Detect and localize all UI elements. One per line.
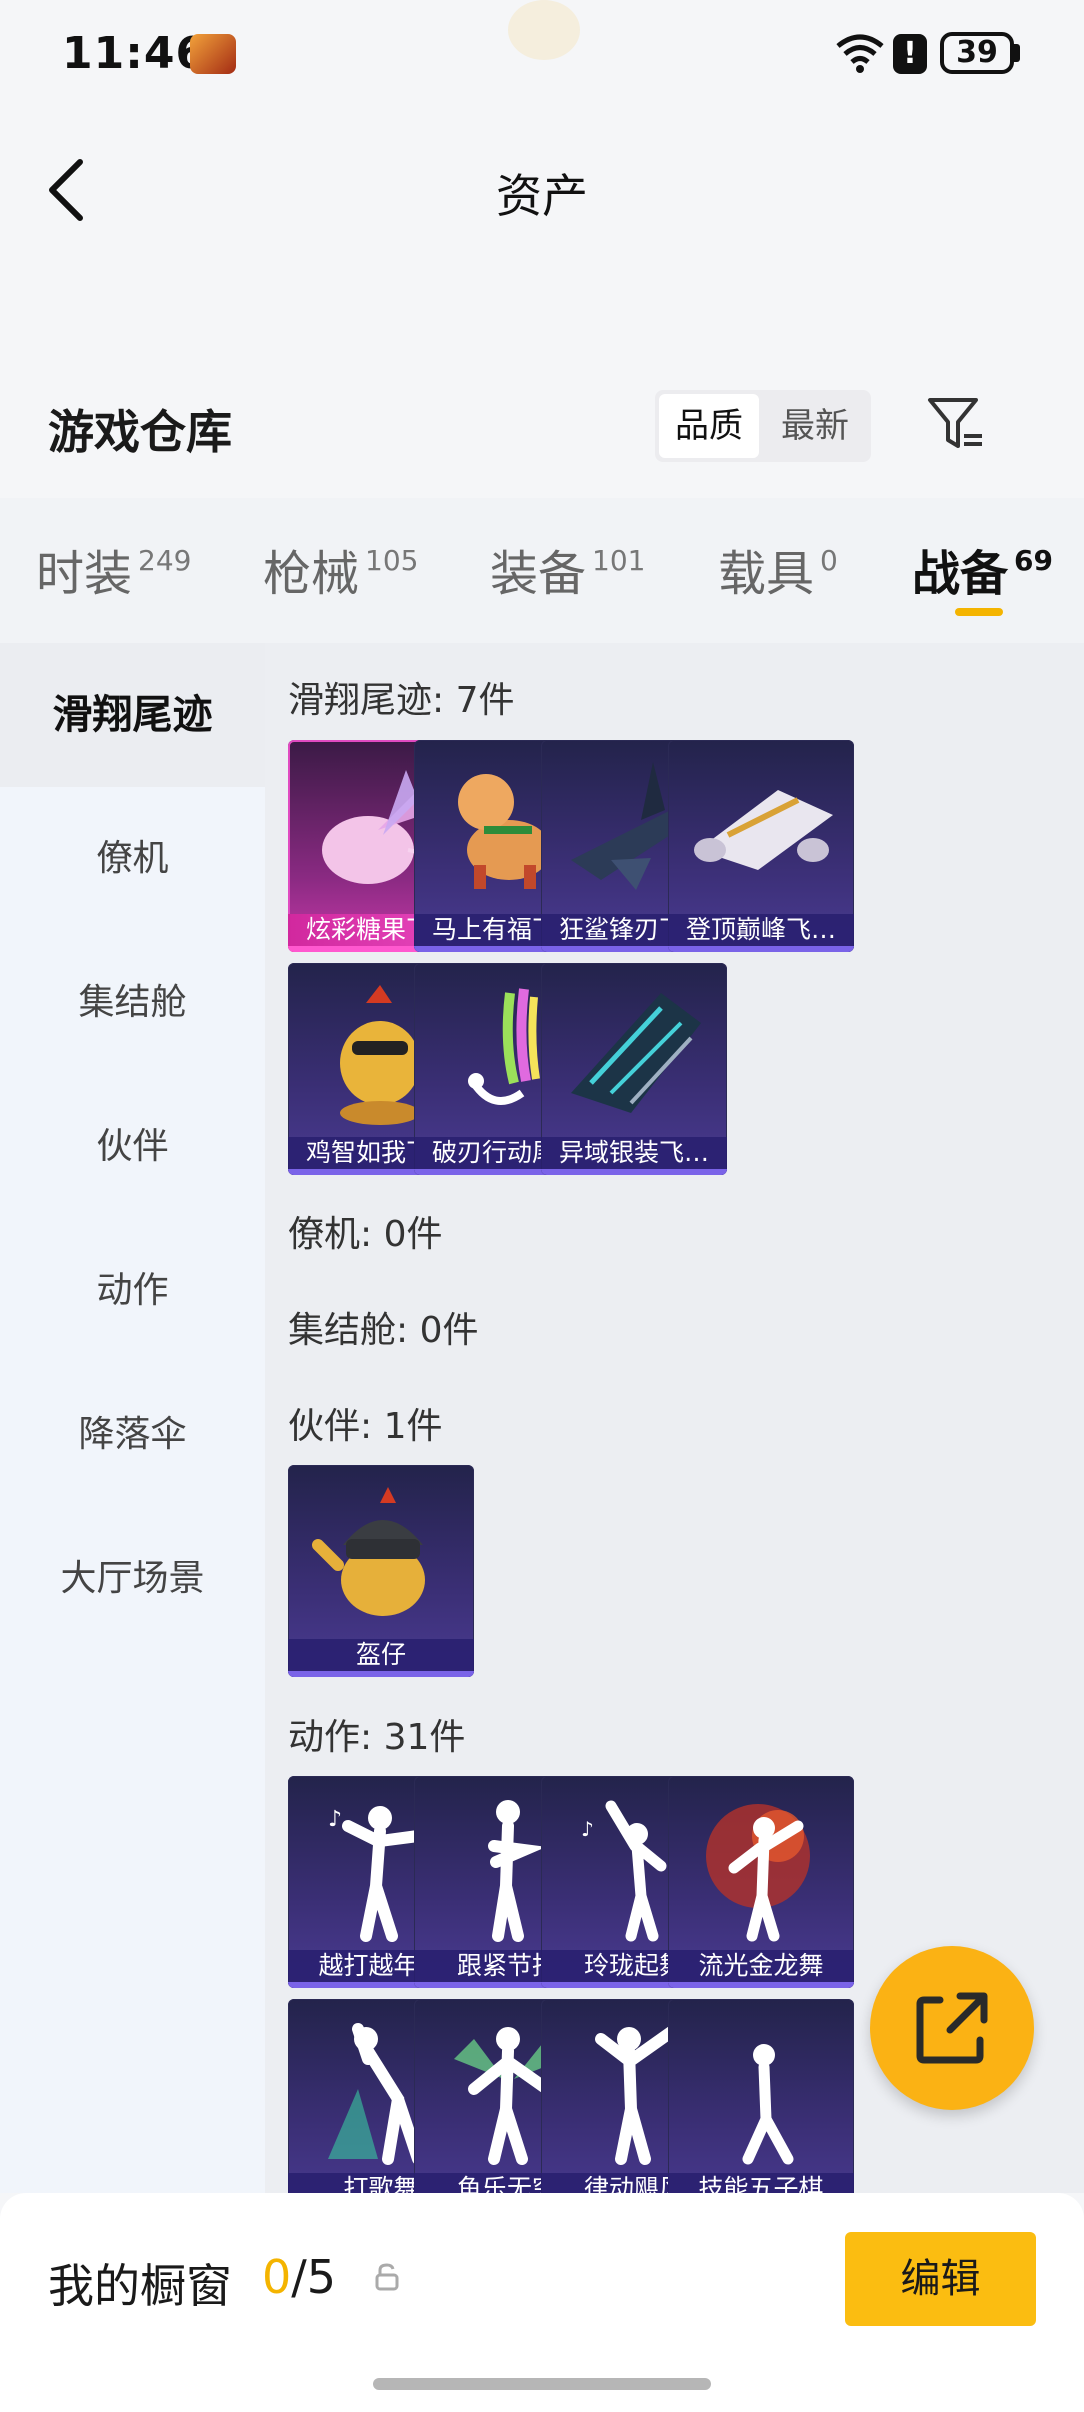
alert-icon: ! xyxy=(893,34,927,74)
sort-toggle: 品质 最新 xyxy=(655,390,871,462)
sidebar-item-partner[interactable]: 伙伴 xyxy=(0,1075,265,1219)
tab-label: 战备 xyxy=(912,546,1009,602)
tab-label: 装备 xyxy=(490,546,587,602)
item-name: 异域银装飞… xyxy=(558,1138,709,1167)
card-quality-strip xyxy=(668,946,854,952)
tab-combat-gear[interactable]: 战备 69 xyxy=(912,534,1053,604)
card-quality-strip xyxy=(668,1982,854,1988)
active-tab-indicator xyxy=(955,608,1003,616)
item-card[interactable]: 盔仔 xyxy=(288,1465,474,1677)
tab-label: 载具 xyxy=(718,546,815,602)
battery-tip xyxy=(1014,44,1020,62)
status-time: 11:46 xyxy=(62,28,208,79)
showcase-total: 5 xyxy=(306,2250,337,2304)
sidebar-item-wingman[interactable]: 僚机 xyxy=(0,787,265,931)
sort-quality-button[interactable]: 品质 xyxy=(659,394,759,458)
tab-count: 101 xyxy=(592,544,646,577)
showcase-title: 我的橱窗 xyxy=(48,2259,232,2313)
app-notification-icon xyxy=(190,34,236,74)
tab-label: 枪械 xyxy=(263,546,360,602)
dance-silhouette-image xyxy=(742,2044,794,2165)
card-quality-strip xyxy=(288,1671,474,1677)
sidebar-item-parachute[interactable]: 降落伞 xyxy=(0,1363,265,1507)
svg-text:♪: ♪ xyxy=(328,1807,342,1832)
sidebar-item-capsule[interactable]: 集结舱 xyxy=(0,931,265,1075)
helmet-chick-image xyxy=(312,1487,425,1616)
tab-count: 249 xyxy=(138,544,192,577)
tab-vehicles[interactable]: 载具 0 xyxy=(718,534,838,604)
tab-guns[interactable]: 枪械 105 xyxy=(263,534,418,604)
item-card[interactable]: 流光金龙舞 xyxy=(668,1776,854,1988)
warehouse-title: 游戏仓库 xyxy=(48,405,232,459)
tab-count: 0 xyxy=(820,544,838,577)
svg-text:♪: ♪ xyxy=(581,1817,594,1841)
tab-count: 105 xyxy=(365,544,419,577)
item-card[interactable]: 异域银装飞… xyxy=(541,963,727,1175)
item-name: 流光金龙舞 xyxy=(698,1951,824,1980)
showcase-separator: / xyxy=(291,2250,307,2304)
status-indicator-dot xyxy=(508,0,580,60)
dragon-dance-image xyxy=(706,1804,810,1942)
group-title-emote: 动作: 31件 xyxy=(288,1717,466,1758)
item-name: 登顶巅峰飞… xyxy=(685,915,836,944)
item-card[interactable]: 技能五子棋 xyxy=(668,1999,854,2193)
tab-label: 时装 xyxy=(36,546,133,602)
silver-glider-image xyxy=(571,993,701,1113)
sidebar-item-glide-trail[interactable]: 滑翔尾迹 xyxy=(0,643,265,787)
item-card[interactable]: 登顶巅峰飞… xyxy=(668,740,854,952)
share-icon xyxy=(916,1992,988,2064)
sidebar-item-emote[interactable]: 动作 xyxy=(0,1219,265,1363)
showcase-count: 0/5 xyxy=(262,2250,336,2304)
group-title-glide-trail: 滑翔尾迹: 7件 xyxy=(288,680,515,721)
card-quality-strip xyxy=(541,1169,727,1175)
tab-equipment[interactable]: 装备 101 xyxy=(490,534,645,604)
page-title: 资产 xyxy=(496,169,588,223)
sidebar: 滑翔尾迹 僚机 集结舱 伙伴 动作 降落伞 大厅场景 xyxy=(0,643,265,2193)
peak-glider-image xyxy=(694,790,833,870)
showcase-current: 0 xyxy=(262,2250,292,2304)
category-tabs: 时装 249 枪械 105 装备 101 载具 0 战备 69 xyxy=(0,498,1084,643)
sort-latest-button[interactable]: 最新 xyxy=(763,394,867,458)
share-button[interactable] xyxy=(870,1946,1034,2110)
group-title-wingman: 僚机: 0件 xyxy=(288,1214,443,1255)
filter-icon[interactable] xyxy=(924,392,988,456)
item-name: 技能五子棋 xyxy=(698,2174,824,2193)
group-title-capsule: 集结舱: 0件 xyxy=(288,1310,479,1351)
wifi-icon xyxy=(836,34,884,73)
battery-icon: 39 xyxy=(940,32,1014,74)
group-title-partner: 伙伴: 1件 xyxy=(288,1406,443,1447)
tab-count: 69 xyxy=(1014,544,1053,577)
home-indicator[interactable] xyxy=(373,2378,711,2390)
lock-icon xyxy=(375,2263,399,2291)
sidebar-item-lobby-scene[interactable]: 大厅场景 xyxy=(0,1507,265,1651)
item-name: 盔仔 xyxy=(355,1640,406,1669)
edit-button[interactable]: 编辑 xyxy=(845,2232,1036,2326)
tab-fashion[interactable]: 时装 249 xyxy=(36,534,191,604)
status-bar: 11:46 ! 39 xyxy=(0,0,1084,110)
